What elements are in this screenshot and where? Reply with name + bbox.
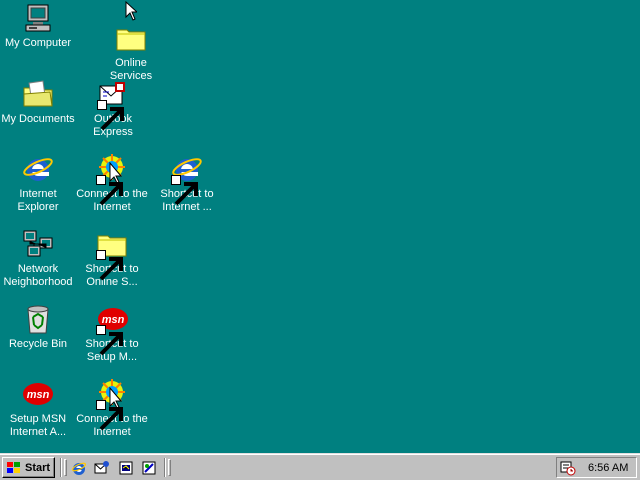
- outlook-express-icon: [94, 461, 109, 474]
- shortcut-to-internet-explorer[interactable]: Shortcut to Internet ...: [149, 153, 225, 214]
- connect-wizard-icon: [96, 378, 128, 431]
- shortcut-arrow-icon: [96, 250, 123, 281]
- icon-label: Recycle Bin: [8, 338, 68, 350]
- show-desktop-icon: [119, 461, 133, 475]
- folder-icon: [115, 22, 147, 54]
- folder-icon: [96, 228, 128, 281]
- computer-icon: [22, 2, 54, 34]
- internet-explorer-icon: [71, 462, 87, 475]
- mouse-pointer-icon: [125, 1, 137, 21]
- clock[interactable]: 6:56 AM: [588, 462, 628, 474]
- taskbar: Start 6:56 AM: [0, 453, 640, 480]
- documents-folder-icon: [22, 78, 54, 110]
- outlook-express-icon: [97, 78, 129, 131]
- recycle-bin-icon: [22, 303, 54, 335]
- icon-label: Internet Explorer: [17, 188, 59, 213]
- shortcut-arrow-icon: [97, 100, 124, 131]
- internet-explorer-icon: [171, 153, 203, 206]
- start-button[interactable]: Start: [2, 457, 55, 478]
- recycle-bin-shortcut[interactable]: Recycle Bin: [0, 303, 76, 351]
- scheduler-icon[interactable]: [560, 460, 576, 476]
- quick-launch-outlook-express[interactable]: [93, 459, 111, 477]
- svg-text:msn: msn: [27, 389, 50, 401]
- shortcut-arrow-icon: [96, 325, 123, 356]
- network-icon: [22, 228, 54, 260]
- internet-explorer-icon: [22, 153, 54, 185]
- quick-launch-grip[interactable]: [64, 459, 67, 476]
- icon-label: Setup MSN Internet A...: [9, 413, 67, 438]
- start-label: Start: [25, 461, 51, 474]
- my-computer-shortcut[interactable]: My Computer: [0, 2, 76, 50]
- shortcut-arrow-icon: [96, 400, 123, 431]
- msn-icon: msn: [22, 378, 54, 410]
- shortcut-to-online-services[interactable]: Shortcut to Online S...: [74, 228, 150, 289]
- taskbar-separator: [60, 458, 62, 477]
- view-channels-icon: [142, 461, 156, 475]
- shortcut-arrow-icon: [171, 175, 198, 206]
- outlook-express-shortcut[interactable]: Outlook Express: [75, 78, 151, 139]
- taskbar-grip[interactable]: [168, 459, 171, 476]
- icon-label: My Documents: [1, 113, 75, 125]
- my-documents-folder[interactable]: My Documents: [0, 78, 76, 126]
- quick-launch-internet-explorer[interactable]: [70, 459, 88, 477]
- quick-launch-show-desktop[interactable]: [117, 459, 135, 477]
- online-services-folder[interactable]: Online Services: [93, 22, 169, 83]
- system-tray: 6:56 AM: [556, 457, 637, 478]
- icon-label: My Computer: [4, 37, 72, 49]
- windows-logo-icon: [7, 461, 20, 473]
- shortcut-arrow-icon: [96, 175, 123, 206]
- network-neighborhood-shortcut[interactable]: Network Neighborhood: [0, 228, 76, 289]
- connect-to-internet-shortcut[interactable]: Connect to the Internet: [74, 153, 150, 214]
- connect-to-internet-shortcut-2[interactable]: Connect to the Internet: [74, 378, 150, 439]
- taskbar-separator: [164, 458, 166, 477]
- connect-wizard-icon: [96, 153, 128, 206]
- icon-label: Network Neighborhood: [3, 263, 73, 288]
- setup-msn-internet-access[interactable]: msn Setup MSN Internet A...: [0, 378, 76, 439]
- quick-launch-view-channels[interactable]: [140, 459, 158, 477]
- internet-explorer-shortcut[interactable]: Internet Explorer: [0, 153, 76, 214]
- shortcut-to-setup-msn[interactable]: msn Shortcut to Setup M...: [74, 303, 150, 364]
- desktop: My Computer Online Services My Documents: [0, 0, 640, 453]
- msn-icon: msn: [96, 303, 128, 356]
